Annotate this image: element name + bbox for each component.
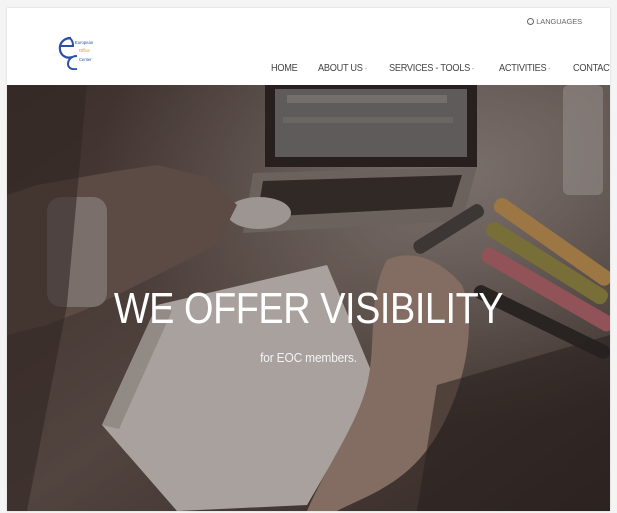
nav-home-label: HOME	[271, 63, 298, 74]
nav-about-us[interactable]: ABOUT US -	[318, 63, 367, 74]
nav-services-tools-label: SERVICES - TOOLS	[388, 63, 470, 74]
window-frame: European Office Center LANGUAGES HOME AB…	[0, 0, 617, 513]
hero-subtitle: for EOC members.	[260, 350, 357, 365]
hero-banner: WE OFFER VISIBILITY for EOC members.	[7, 85, 610, 511]
languages-label: LANGUAGES	[536, 17, 582, 26]
languages-menu[interactable]: LANGUAGES	[527, 17, 582, 26]
logo-line-1: European	[75, 40, 94, 45]
nav-contact-us[interactable]: CONTACT US	[573, 63, 610, 74]
dropdown-caret-icon: -	[548, 64, 551, 73]
globe-icon	[527, 18, 535, 25]
logo-line-2: Office	[79, 48, 91, 53]
site-logo[interactable]: European Office Center	[53, 24, 109, 71]
web-page: European Office Center LANGUAGES HOME AB…	[7, 8, 610, 511]
hero-title: WE OFFER VISIBILITY	[113, 284, 504, 333]
nav-activities-label: ACTIVITIES	[499, 63, 547, 74]
dropdown-caret-icon: -	[364, 64, 367, 73]
dropdown-caret-icon: -	[471, 64, 475, 73]
nav-home[interactable]: HOME	[271, 63, 298, 74]
site-header: European Office Center LANGUAGES HOME AB…	[7, 8, 610, 85]
logo-line-3: Center	[79, 57, 92, 62]
nav-services-tools[interactable]: SERVICES - TOOLS -	[389, 63, 474, 74]
nav-about-us-label: ABOUT US	[317, 63, 363, 74]
nav-activities[interactable]: ACTIVITIES -	[499, 63, 551, 74]
nav-contact-us-label: CONTACT US	[572, 63, 610, 74]
main-nav: HOME ABOUT US - SERVICES - TOOLS - ACTIVIT…	[271, 63, 610, 74]
